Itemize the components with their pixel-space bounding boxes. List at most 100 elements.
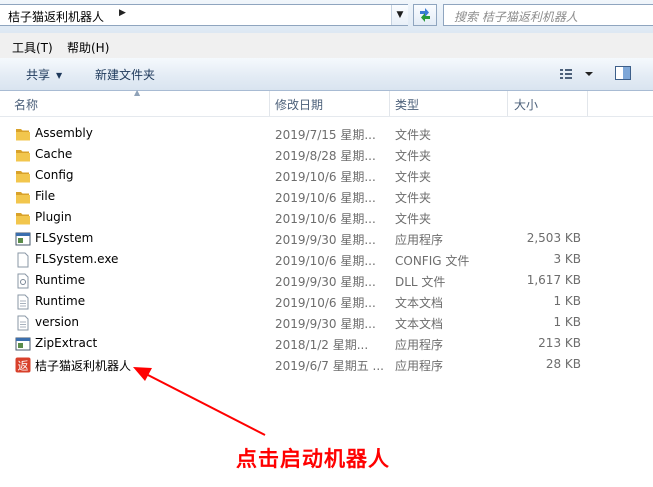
file-row[interactable]: Plugin 2019/10/6 星期... 文件夹 — [0, 207, 653, 228]
file-row[interactable]: FLSystem 2019/9/30 星期... 应用程序 2,503 KB — [0, 228, 653, 249]
file-date: 2019/7/15 星期... — [275, 128, 376, 142]
file-date: 2019/6/7 星期五 ... — [275, 359, 384, 373]
sort-ascending-icon: ▲ — [134, 88, 141, 97]
document-icon — [15, 252, 31, 268]
file-type: 应用程序 — [395, 233, 444, 247]
file-row[interactable]: Cache 2019/8/28 星期... 文件夹 — [0, 144, 653, 165]
file-size: 2,503 KB — [526, 231, 581, 245]
file-type: 文件夹 — [395, 149, 432, 163]
column-header-name[interactable]: 名称 — [14, 96, 38, 113]
file-row[interactable]: ZipExtract 2018/1/2 星期... 应用程序 213 KB — [0, 333, 653, 354]
refresh-icon — [420, 8, 430, 22]
application-icon — [15, 231, 31, 247]
file-size: 28 KB — [545, 357, 581, 371]
robot-app-icon: 返 — [15, 357, 31, 373]
address-bar-row: 桔子猫返利机器人 ▶ ▼ 搜索 桔子猫返利机器人 — [0, 0, 653, 33]
file-date: 2019/9/30 星期... — [275, 275, 376, 289]
file-type: 文本文档 — [395, 296, 444, 310]
file-type: DLL 文件 — [395, 275, 446, 289]
file-name: Runtime — [35, 273, 86, 287]
column-header-date[interactable]: 修改日期 — [275, 96, 323, 113]
file-type: 文件夹 — [395, 170, 432, 184]
file-row[interactable]: Assembly 2019/7/15 星期... 文件夹 — [0, 123, 653, 144]
file-row[interactable]: Runtime 2019/9/30 星期... DLL 文件 1,617 KB — [0, 270, 653, 291]
text-document-icon — [15, 315, 31, 331]
column-header-type[interactable]: 类型 — [395, 96, 419, 113]
folder-icon — [15, 168, 31, 184]
folder-icon — [15, 189, 31, 205]
search-placeholder: 搜索 桔子猫返利机器人 — [454, 10, 578, 24]
file-size: 1 KB — [553, 315, 581, 329]
menu-bar: 工具(T) 帮助(H) — [0, 33, 653, 59]
chevron-down-icon: ▼ — [56, 71, 63, 80]
refresh-button[interactable] — [413, 4, 437, 26]
file-date: 2019/8/28 星期... — [275, 149, 376, 163]
file-name: Runtime — [35, 294, 86, 308]
file-name: Config — [35, 168, 74, 182]
file-type: 文件夹 — [395, 191, 432, 205]
file-type: 文件夹 — [395, 128, 432, 142]
file-name: File — [35, 189, 56, 203]
column-header-size[interactable]: 大小 — [514, 96, 538, 113]
file-list: Assembly 2019/7/15 星期... 文件夹 Cache 2019/8/28… — [0, 123, 653, 375]
command-toolbar: 共享 ▼ 新建文件夹 — [0, 58, 653, 91]
file-size: 213 KB — [538, 336, 581, 350]
file-row[interactable]: 返桔子猫返利机器人 2019/6/7 星期五 ... 应用程序 28 KB — [0, 354, 653, 375]
file-date: 2019/10/6 星期... — [275, 191, 376, 205]
file-date: 2019/9/30 星期... — [275, 317, 376, 331]
view-list-icon — [560, 69, 593, 79]
file-name: 桔子猫返利机器人 — [35, 359, 132, 373]
file-type: 文件夹 — [395, 212, 432, 226]
folder-icon — [15, 210, 31, 226]
file-date: 2019/10/6 星期... — [275, 170, 376, 184]
file-row[interactable]: Config 2019/10/6 星期... 文件夹 — [0, 165, 653, 186]
file-row[interactable]: Runtime 2019/10/6 星期... 文本文档 1 KB — [0, 291, 653, 312]
file-row[interactable]: version 2019/9/30 星期... 文本文档 1 KB — [0, 312, 653, 333]
folder-icon — [15, 126, 31, 142]
share-button[interactable]: 共享 ▼ — [26, 66, 62, 83]
preview-pane-icon — [615, 66, 631, 80]
dll-icon — [15, 273, 31, 289]
file-date: 2019/10/6 星期... — [275, 212, 376, 226]
file-type: 应用程序 — [395, 359, 444, 373]
column-header-bar: ▲ 名称 修改日期 类型 大小 — [0, 88, 653, 117]
address-bar[interactable]: 桔子猫返利机器人 ▶ ▼ — [0, 4, 408, 26]
file-name: Plugin — [35, 210, 72, 224]
file-type: CONFIG 文件 — [395, 254, 470, 268]
menu-help[interactable]: 帮助(H) — [67, 39, 109, 56]
application-icon — [15, 336, 31, 352]
column-divider[interactable] — [507, 91, 508, 116]
svg-text:返: 返 — [18, 360, 29, 373]
column-divider[interactable] — [389, 91, 390, 116]
file-size: 3 KB — [553, 252, 581, 266]
text-document-icon — [15, 294, 31, 310]
file-row[interactable]: File 2019/10/6 星期... 文件夹 — [0, 186, 653, 207]
new-folder-button[interactable]: 新建文件夹 — [95, 66, 155, 83]
column-divider[interactable] — [587, 91, 588, 116]
file-size: 1,617 KB — [526, 273, 581, 287]
breadcrumb-chevron-icon[interactable]: ▶ — [119, 8, 126, 18]
file-type: 应用程序 — [395, 338, 444, 352]
search-input[interactable]: 搜索 桔子猫返利机器人 — [443, 4, 653, 26]
column-divider[interactable] — [269, 91, 270, 116]
file-date: 2019/10/6 星期... — [275, 254, 376, 268]
address-history-dropdown-icon[interactable]: ▼ — [391, 5, 408, 25]
file-type: 文本文档 — [395, 317, 444, 331]
annotation-text: 点击启动机器人 — [236, 446, 390, 471]
view-options-button[interactable] — [558, 66, 598, 85]
file-date: 2018/1/2 星期... — [275, 338, 369, 352]
file-name: ZipExtract — [35, 336, 98, 350]
breadcrumb[interactable]: 桔子猫返利机器人 — [8, 8, 104, 25]
folder-icon — [15, 147, 31, 163]
file-date: 2019/9/30 星期... — [275, 233, 376, 247]
file-name: FLSystem.exe — [35, 252, 119, 266]
file-name: FLSystem — [35, 231, 94, 245]
menu-tools[interactable]: 工具(T) — [12, 39, 53, 56]
file-date: 2019/10/6 星期... — [275, 296, 376, 310]
file-row[interactable]: FLSystem.exe 2019/10/6 星期... CONFIG 文件 3 KB — [0, 249, 653, 270]
file-name: version — [35, 315, 79, 329]
preview-pane-button[interactable] — [614, 65, 632, 84]
file-name: Cache — [35, 147, 73, 161]
share-button-label: 共享 — [26, 68, 51, 82]
file-name: Assembly — [35, 126, 93, 140]
